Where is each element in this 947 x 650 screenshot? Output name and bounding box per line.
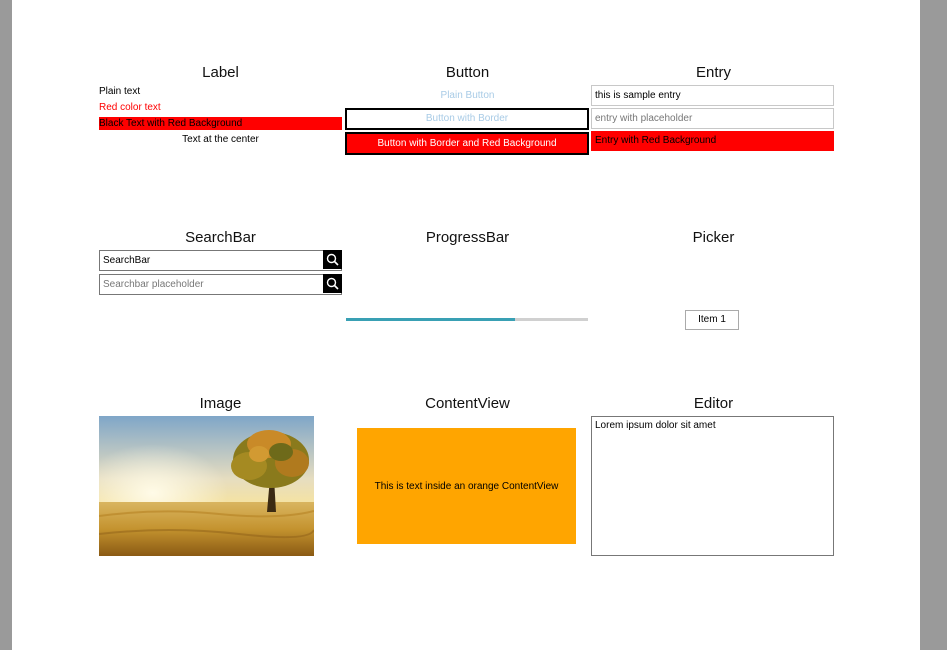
entry-section-title: Entry [695, 64, 731, 81]
contentview-section-title: ContentView [425, 395, 510, 412]
label-red-text: Red color text [99, 102, 161, 113]
plain-button[interactable]: Plain Button [346, 88, 589, 104]
label-plain: Plain text [99, 86, 141, 97]
search-button[interactable] [323, 250, 342, 269]
search-icon [326, 253, 339, 266]
picker-section-title: Picker [692, 229, 735, 246]
searchbar-placeholder[interactable]: Searchbar placeholder [99, 274, 342, 295]
searchbar-filled[interactable]: SearchBar [99, 250, 342, 271]
searchbar-filled-text: SearchBar [103, 255, 151, 266]
page-canvas: Label Plain text Red color text Black Te… [12, 0, 920, 650]
contentview-text: This is text inside an orange ContentVie… [374, 480, 559, 492]
border-button[interactable]: Button with Border [345, 108, 589, 130]
landscape-tree-image [99, 416, 314, 556]
searchbar-placeholder-text: Searchbar placeholder [103, 279, 204, 290]
sample-entry[interactable]: this is sample entry [591, 85, 834, 106]
picker[interactable]: Item 1 [685, 310, 739, 330]
label-centered: Text at the center [182, 134, 259, 145]
editor-section-title: Editor [693, 395, 734, 412]
progress-bar [346, 318, 588, 321]
label-red-background: Black Text with Red Background [99, 117, 342, 130]
button-section-title: Button [445, 64, 490, 81]
progress-fill [346, 318, 516, 321]
label-section-title: Label [202, 64, 239, 81]
searchbar-section-title: SearchBar [185, 229, 256, 246]
red-entry[interactable]: Entry with Red Background [591, 131, 834, 151]
red-border-button[interactable]: Button with Border and Red Background [345, 132, 589, 155]
orange-content-view: This is text inside an orange ContentVie… [357, 428, 576, 544]
image-section-title: Image [199, 395, 242, 412]
search-button[interactable] [323, 274, 342, 293]
editor[interactable]: Lorem ipsum dolor sit amet [591, 416, 834, 556]
progressbar-section-title: ProgressBar [425, 229, 510, 246]
search-icon [326, 277, 339, 290]
placeholder-entry[interactable]: entry with placeholder [591, 108, 834, 129]
